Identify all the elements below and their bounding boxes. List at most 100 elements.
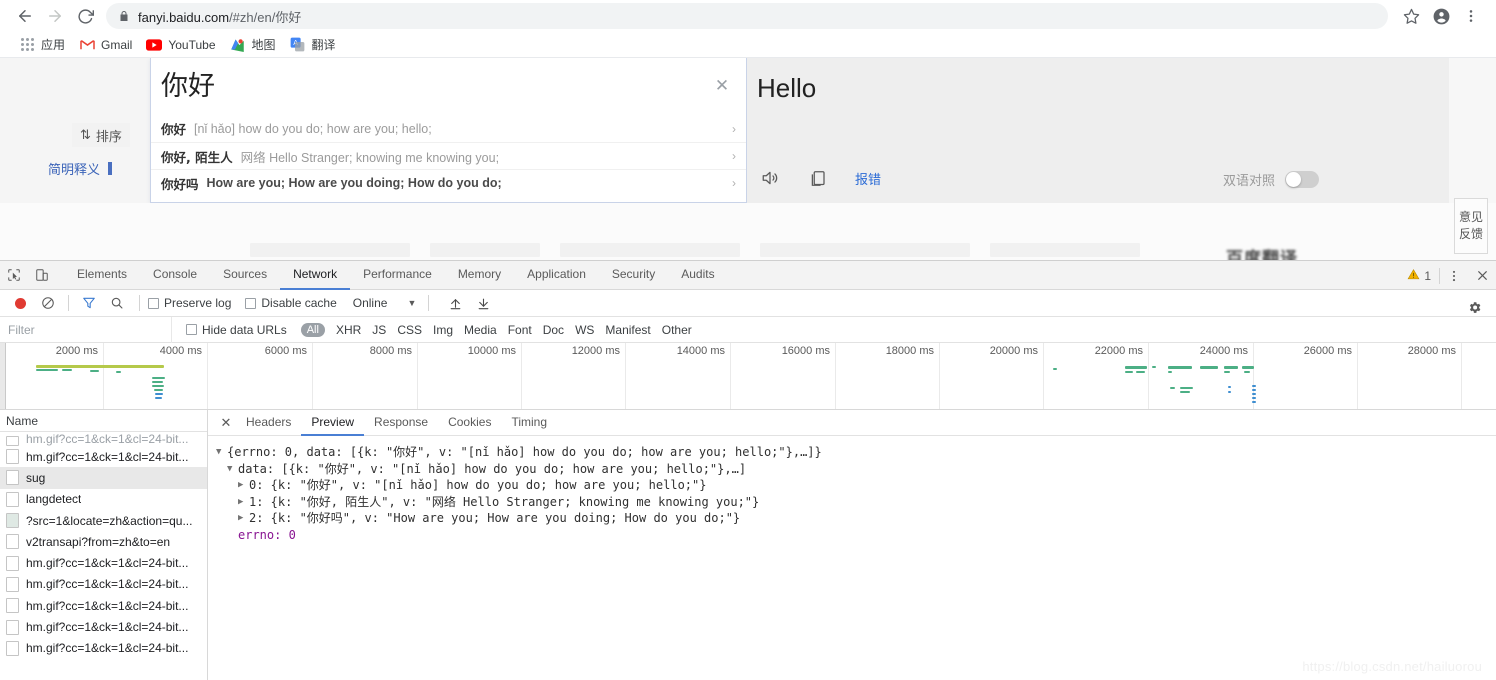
disclosure-triangle-icon[interactable]: ▶ [238,477,249,494]
json-line-text: 1: {k: "你好, 陌生人", v: "网络 Hello Stranger;… [249,494,760,509]
list-item[interactable]: 你好 [nǐ hǎo] how do you do; how are you; … [151,115,746,142]
table-row[interactable]: hm.gif?cc=1&ck=1&cl=24-bit... [0,638,207,659]
tab-elements[interactable]: Elements [64,261,140,290]
funnel-filter-icon[interactable] [75,290,103,316]
request-band [1152,366,1156,368]
bookmark-star-icon[interactable] [1396,1,1426,31]
bilingual-label: 双语对照 [1222,174,1275,189]
request-band [1228,386,1231,388]
tab-cookies[interactable]: Cookies [438,410,501,436]
close-x-icon[interactable]: ✕ [216,415,236,431]
profile-avatar-icon[interactable] [1426,1,1456,31]
bookmark-apps[interactable]: 应用 [12,34,72,56]
upload-har-icon[interactable] [441,290,469,316]
device-toolbar-icon[interactable] [28,262,56,288]
filter-type-font[interactable]: Font [508,323,532,337]
json-line[interactable]: ▼ {errno: 0, data: [{k: "你好", v: "[nǐ hǎ… [216,444,1496,461]
suggestion-value: [nǐ hǎo] how do you do; how are you; hel… [194,121,432,136]
tab-network[interactable]: Network [280,261,351,290]
forward-arrow-icon[interactable] [40,1,70,31]
tab-audits[interactable]: Audits [668,261,727,290]
filter-type-ws[interactable]: WS [575,323,594,337]
reload-icon[interactable] [70,1,100,31]
filter-type-other[interactable]: Other [662,323,692,337]
table-row[interactable]: hm.gif?cc=1&ck=1&cl=24-bit... [0,574,207,595]
three-dot-menu-icon[interactable] [1456,1,1486,31]
inspect-element-icon[interactable] [0,262,28,288]
download-har-icon[interactable] [469,290,497,316]
tab-security[interactable]: Security [599,261,668,290]
filter-type-img[interactable]: Img [433,323,453,337]
sort-button[interactable]: ⇅ 排序 [72,123,130,147]
report-error-link[interactable]: 报错 [855,169,881,188]
close-x-icon[interactable] [1468,263,1496,289]
table-row[interactable]: hm.gif?cc=1&ck=1&cl=24-bit... [0,432,207,446]
bookmark-gmail[interactable]: Gmail [72,34,139,56]
feedback-tab[interactable]: 意见 反馈 [1454,198,1488,254]
bookmark-youtube[interactable]: YouTube [139,34,222,56]
search-magnifier-icon[interactable] [103,290,131,316]
tab-headers[interactable]: Headers [236,410,301,436]
tab-response[interactable]: Response [364,410,438,436]
table-row[interactable]: ?src=1&locate=zh&action=qu... [0,510,207,531]
tab-sources[interactable]: Sources [210,261,280,290]
filter-type-css[interactable]: CSS [397,323,422,337]
tab-console[interactable]: Console [140,261,210,290]
bilingual-toggle-switch[interactable] [1285,171,1319,188]
address-bar[interactable]: fanyi.baidu.com/#zh/en/你好 [106,3,1388,29]
list-item[interactable]: 你好吗 How are you; How are you doing; How … [151,169,746,196]
network-overview-timeline[interactable]: 2000 ms 4000 ms 6000 ms 8000 ms 10000 ms… [0,343,1496,410]
document-icon [6,534,19,550]
timeline-tick-label: 28000 ms [1407,345,1456,357]
tab-timing[interactable]: Timing [501,410,557,436]
table-row[interactable]: v2transapi?from=zh&to=en [0,531,207,552]
apps-grid-icon [19,37,35,53]
filter-input[interactable]: Filter [0,316,172,343]
record-circle-icon[interactable] [6,290,34,316]
disclosure-triangle-icon[interactable]: ▼ [227,461,238,478]
clear-no-entry-icon[interactable] [34,290,62,316]
disclosure-triangle-icon[interactable]: ▼ [216,444,227,461]
json-line[interactable]: ▶ 0: {k: "你好", v: "[nǐ hǎo] how do you d… [216,477,1496,494]
bookmark-maps[interactable]: 地图 [223,34,283,56]
table-row[interactable]: hm.gif?cc=1&ck=1&cl=24-bit... [0,552,207,573]
warning-indicator[interactable]: 1 [1407,268,1439,284]
request-list-header[interactable]: Name [0,410,207,432]
speaker-icon[interactable] [759,167,781,189]
tab-application[interactable]: Application [514,261,599,290]
table-row[interactable]: hm.gif?cc=1&ck=1&cl=24-bit... [0,446,207,467]
filter-type-all[interactable]: All [300,322,325,337]
table-row[interactable]: langdetect [0,489,207,510]
hide-data-urls-checkbox[interactable]: Hide data URLs [186,323,287,337]
preserve-log-checkbox[interactable]: Preserve log [148,296,231,310]
filter-type-media[interactable]: Media [464,323,497,337]
filter-type-js[interactable]: JS [372,323,386,337]
filter-type-xhr[interactable]: XHR [336,323,361,337]
table-row[interactable]: hm.gif?cc=1&ck=1&cl=24-bit... [0,616,207,637]
blurred-site-logo: 百度翻译 [1226,249,1298,260]
copy-icon[interactable] [807,167,829,189]
table-row[interactable]: sug [0,467,207,489]
translate-source-text[interactable]: 你好 [161,70,215,104]
tab-performance[interactable]: Performance [350,261,445,290]
filter-type-manifest[interactable]: Manifest [605,323,650,337]
table-row[interactable]: hm.gif?cc=1&ck=1&cl=24-bit... [0,595,207,616]
disable-cache-checkbox[interactable]: Disable cache [245,296,337,310]
bookmark-translate[interactable]: A 翻译 [283,34,343,56]
list-item[interactable]: 你好, 陌生人 网络 Hello Stranger; knowing me kn… [151,142,746,169]
disclosure-triangle-icon[interactable]: ▶ [238,494,249,511]
three-dot-menu-icon[interactable] [1440,263,1468,289]
tab-memory[interactable]: Memory [445,261,514,290]
throttling-select[interactable]: Online ▼ [353,296,417,310]
preserve-log-label: Preserve log [164,296,232,310]
brief-definition-tab[interactable]: 简明释义 [48,159,113,178]
json-line[interactable]: ▼ data: [{k: "你好", v: "[nǐ hǎo] how do y… [216,461,1496,478]
back-arrow-icon[interactable] [10,1,40,31]
filter-type-doc[interactable]: Doc [543,323,564,337]
bilingual-toggle-group: 双语对照 [1223,170,1319,189]
disclosure-triangle-icon[interactable]: ▶ [238,510,249,527]
tab-preview[interactable]: Preview [301,410,365,436]
close-x-icon[interactable]: ✕ [712,75,732,95]
json-line[interactable]: ▶ 2: {k: "你好吗", v: "How are you; How are… [216,510,1496,527]
json-line[interactable]: ▶ 1: {k: "你好, 陌生人", v: "网络 Hello Strange… [216,494,1496,511]
